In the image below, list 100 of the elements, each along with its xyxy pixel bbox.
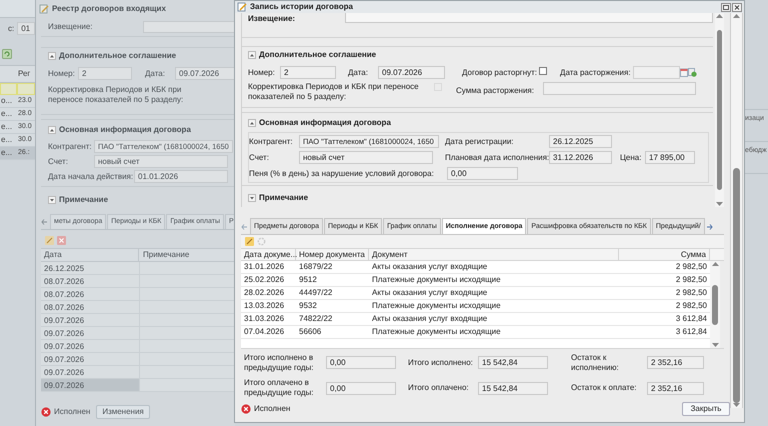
section-title: Основная информация договора: [59, 124, 191, 136]
status-text: Исполнен: [54, 406, 90, 418]
field-label: Корректировка Периодов и КБК при переносе показателей по 5 разделу:: [248, 82, 420, 102]
window-title: Запись истории договора: [250, 1, 353, 13]
table-cell-text: 31.01.2026: [243, 261, 286, 274]
table-cell-text: е...: [0, 134, 14, 146]
table-cell-text: 3 612,84: [674, 326, 708, 338]
table-cell-text: 44497/22: [298, 287, 334, 300]
date-field[interactable]: [633, 66, 680, 79]
text-field[interactable]: новый счет: [299, 151, 433, 164]
text-field[interactable]: 2 352,16: [647, 356, 704, 370]
text-field[interactable]: 17 895,00: [645, 151, 695, 164]
refresh-icon[interactable]: [2, 49, 12, 59]
table-row[interactable]: 25.02.2026 9512 Платежные документы исходящие 2 982,50: [241, 274, 710, 288]
status-text: Исполнен: [254, 403, 290, 416]
table-cell-text: Акты оказания услуг входящие: [371, 313, 488, 326]
field-label: Счет:: [249, 152, 270, 164]
table-row[interactable]: 28.02.2026 44497/22 Акты оказания услуг входящие 2 982,50: [241, 287, 710, 300]
text-field[interactable]: 0,00: [326, 382, 396, 394]
arrow-up-icon[interactable]: [716, 13, 723, 18]
text-field[interactable]: 15 542,84: [478, 382, 548, 394]
table-cell[interactable]: 09.07.2026: [41, 379, 139, 391]
text-field[interactable]: 2: [280, 66, 336, 79]
column-header[interactable]: Дата: [41, 249, 139, 261]
close-icon[interactable]: [732, 2, 742, 12]
text-field[interactable]: 09.07.2026: [378, 66, 445, 79]
section-title: Дополнительное соглашение: [259, 49, 376, 61]
collapse-icon[interactable]: [248, 51, 256, 59]
text-field[interactable]: 01.01.2026: [134, 170, 228, 183]
table-row[interactable]: 31.01.2026 16879/22 Акты оказания услуг входящие 2 982,50: [241, 261, 710, 274]
table-cell-text: 2 982,50: [674, 274, 708, 286]
table-cell-text: 56606: [298, 326, 322, 338]
table-cell-text: Платежные документы исходящие: [371, 326, 502, 338]
text-field[interactable]: 2 352,16: [647, 382, 704, 394]
text-field[interactable]: [543, 82, 696, 95]
table-cell-text: 13.03.2026: [243, 300, 286, 312]
filter-field[interactable]: [0, 83, 17, 95]
table-cell[interactable]: 09.07.2026: [41, 314, 139, 326]
table-cell[interactable]: 08.07.2026: [41, 288, 139, 300]
expand-icon[interactable]: [248, 194, 256, 202]
column-header[interactable]: Документ: [369, 249, 619, 260]
collapse-icon[interactable]: [248, 119, 256, 127]
checkbox[interactable]: [539, 66, 548, 74]
filter-field[interactable]: [17, 83, 35, 95]
table-cell-text: 25.02.2026: [243, 274, 286, 286]
table-cell-text: 9512: [298, 274, 318, 286]
text-field[interactable]: [143, 20, 235, 32]
scrollbar[interactable]: [730, 13, 743, 408]
field-label: Итого оплачено:: [407, 383, 470, 393]
collapse-icon[interactable]: [48, 52, 56, 60]
column-header[interactable]: Примечание: [139, 249, 190, 261]
table-row[interactable]: 13.03.2026 9532 Платежные документы исходящие 2 982,50: [241, 300, 710, 314]
calendar-icon[interactable]: [680, 68, 688, 77]
column-header[interactable]: Дата докуме...: [241, 249, 296, 260]
table-cell-text: Платежные документы исходящие: [371, 274, 502, 286]
section-title: Дополнительное соглашение: [59, 50, 176, 62]
section-title: Примечание: [59, 194, 108, 206]
text-field[interactable]: 2: [78, 67, 132, 80]
notepad-icon: [39, 4, 49, 14]
table-cell[interactable]: 09.07.2026: [41, 340, 139, 352]
text-field[interactable]: 0,00: [326, 356, 396, 370]
field-label: Дата расторжения:: [560, 66, 632, 78]
table-cell[interactable]: 09.07.2026: [41, 366, 139, 378]
table-cell[interactable]: 09.07.2026: [41, 327, 139, 339]
column-header[interactable]: Номер документа: [296, 249, 369, 260]
delete-icon[interactable]: [57, 236, 66, 244]
table-cell[interactable]: 09.07.2026: [41, 353, 139, 365]
expand-icon[interactable]: [48, 196, 56, 204]
field-label: Извещение:: [248, 13, 296, 25]
arrow-down-icon[interactable]: [716, 202, 723, 207]
arrow-down-icon[interactable]: [712, 343, 718, 348]
error-icon: [41, 407, 51, 417]
table-cell[interactable]: 26.12.2025: [41, 262, 139, 274]
collapse-icon[interactable]: [48, 126, 56, 134]
arrow-up-icon[interactable]: [712, 261, 718, 266]
table-row[interactable]: 31.03.2026 74822/22 Акты оказания услуг входящие 3 612,84: [241, 313, 710, 326]
text-field[interactable]: 09.07.2026: [175, 67, 235, 80]
table-cell[interactable]: 08.07.2026: [41, 275, 139, 287]
changes-button[interactable]: Изменения: [96, 405, 150, 419]
text-field[interactable]: 01: [17, 22, 35, 35]
scrollbar[interactable]: [715, 13, 724, 207]
close-button[interactable]: Закрыть: [682, 402, 730, 416]
arrow-down-icon[interactable]: [733, 403, 740, 408]
arrow-up-icon[interactable]: [733, 13, 740, 18]
pencil-icon[interactable]: [245, 236, 254, 246]
pencil-icon[interactable]: [45, 236, 54, 244]
clear-icon[interactable]: [688, 68, 698, 77]
table-cell-text: 28.02.2026: [243, 287, 286, 300]
maximize-icon[interactable]: [721, 2, 731, 12]
text-field[interactable]: [345, 13, 713, 23]
column-header[interactable]: Сумма: [619, 249, 710, 260]
text-field[interactable]: 0,00: [447, 167, 518, 180]
text-field[interactable]: 15 542,84: [478, 356, 548, 370]
scrollbar[interactable]: [710, 261, 720, 348]
table-cell[interactable]: 08.07.2026: [41, 301, 139, 313]
text-field[interactable]: 31.12.2026: [549, 151, 612, 164]
table-cell-text: е...: [0, 108, 14, 120]
text-field[interactable]: 26.12.2025: [549, 135, 612, 148]
text-field[interactable]: новый счет: [94, 155, 228, 168]
table-row[interactable]: 07.04.2026 56606 Платежные документы исходящие 3 612,84: [241, 326, 710, 340]
